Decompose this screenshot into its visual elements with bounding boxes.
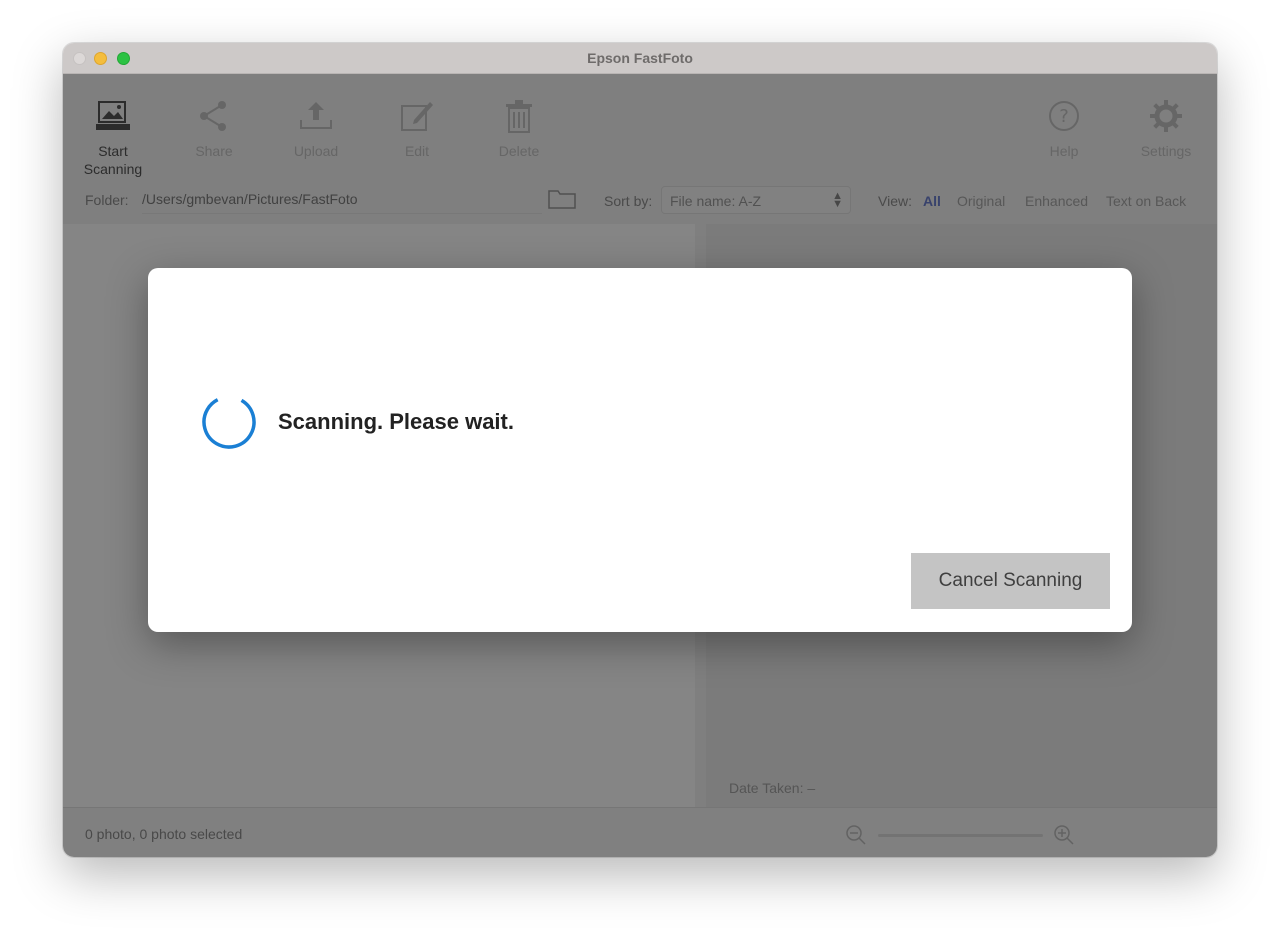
cancel-scanning-button[interactable]: Cancel Scanning	[911, 553, 1110, 609]
loading-spinner-icon	[202, 395, 256, 449]
scanning-dialog: Scanning. Please wait. Cancel Scanning	[148, 268, 1132, 632]
title-bar: Epson FastFoto	[63, 43, 1217, 74]
window-title: Epson FastFoto	[587, 50, 693, 66]
scanning-message: Scanning. Please wait.	[278, 409, 514, 434]
